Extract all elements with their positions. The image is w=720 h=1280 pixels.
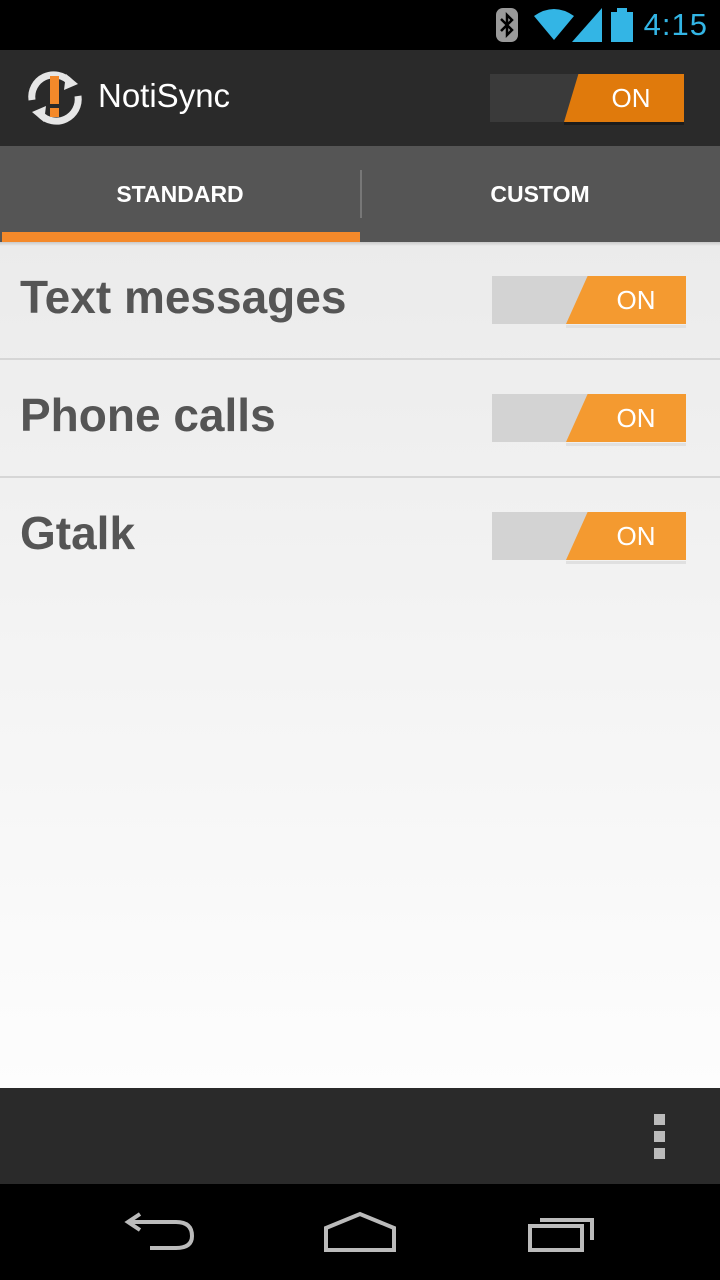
setting-row-gtalk[interactable]: Gtalk ON: [0, 478, 720, 596]
bluetooth-icon: [496, 8, 518, 42]
toggle-label: ON: [616, 285, 656, 315]
setting-label: Phone calls: [20, 389, 276, 441]
home-icon[interactable]: [320, 1210, 400, 1254]
text-messages-toggle[interactable]: ON: [492, 276, 686, 328]
bottom-action-bar: [0, 1088, 720, 1184]
master-toggle-label: ON: [611, 83, 651, 113]
notisync-logo-icon: [28, 71, 82, 125]
app-title: NotiSync: [98, 77, 231, 114]
overflow-menu-icon[interactable]: [640, 1108, 680, 1164]
battery-icon: [611, 8, 633, 42]
tab-bar: STANDARD CUSTOM: [0, 146, 720, 242]
settings-list: Text messages ON Phone calls ON Gtalk ON: [0, 242, 720, 1088]
status-time: 4:15: [643, 7, 708, 42]
setting-row-text-messages[interactable]: Text messages ON: [0, 242, 720, 360]
toggle-label: ON: [616, 403, 656, 433]
phone-calls-toggle[interactable]: ON: [492, 394, 686, 446]
tab-bar-shadow: [0, 242, 720, 246]
tab-standard[interactable]: STANDARD: [0, 146, 360, 242]
tab-custom[interactable]: CUSTOM: [360, 146, 720, 242]
action-bar: NotiSync ON: [0, 50, 720, 146]
master-toggle[interactable]: ON: [490, 74, 684, 125]
tab-selected-indicator: [2, 232, 360, 242]
setting-label: Gtalk: [20, 507, 136, 559]
setting-row-phone-calls[interactable]: Phone calls ON: [0, 360, 720, 478]
gtalk-toggle[interactable]: ON: [492, 512, 686, 564]
toggle-label: ON: [616, 521, 656, 551]
signal-icon: [572, 8, 602, 42]
recent-apps-icon[interactable]: [524, 1210, 604, 1254]
wifi-icon: [534, 9, 574, 40]
status-bar: 4:15: [0, 0, 720, 50]
setting-label: Text messages: [20, 271, 347, 323]
back-icon[interactable]: [120, 1210, 200, 1254]
navigation-bar: [0, 1184, 720, 1280]
